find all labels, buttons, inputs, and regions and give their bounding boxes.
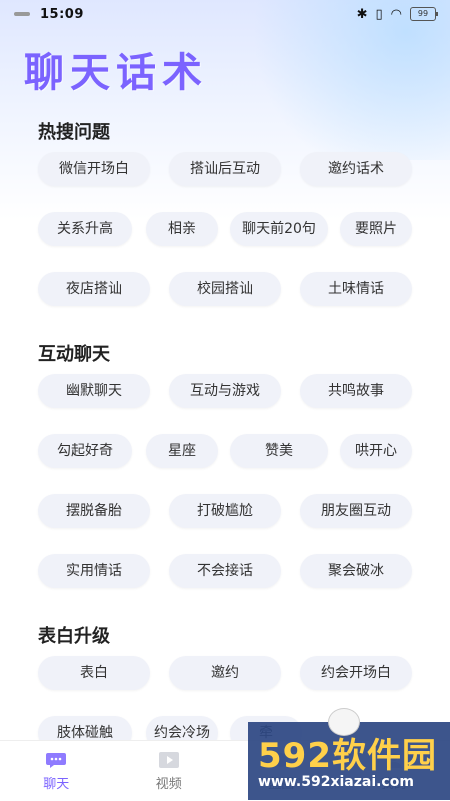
tag[interactable]: 表白 [38, 656, 150, 690]
tag[interactable]: 朋友圈互动 [300, 494, 412, 528]
chat-bubble-icon [45, 751, 67, 769]
status-bar: 15:09 ✱ ▯ ◠ 99 [0, 0, 450, 28]
tag[interactable]: 搭讪后互动 [169, 152, 281, 186]
tag[interactable]: 聚会破冰 [300, 554, 412, 588]
bluetooth-icon: ✱ [357, 7, 368, 22]
nav-item-video[interactable]: 视频 [113, 741, 226, 801]
nav-item-chat[interactable]: 聊天 [0, 741, 113, 801]
section-title-interaction: 互动聊天 [38, 340, 110, 366]
page-title: 聊天话术 [24, 40, 208, 98]
battery-level: 99 [418, 9, 428, 18]
tag[interactable]: 要照片 [340, 212, 412, 246]
tag[interactable]: 幽默聊天 [38, 374, 150, 408]
watermark-url: www.592xiazai.com [258, 774, 414, 790]
tag[interactable]: 摆脱备胎 [38, 494, 150, 528]
status-indicator [14, 12, 30, 16]
tag[interactable]: 邀约 [169, 656, 281, 690]
tag[interactable]: 微信开场白 [38, 152, 150, 186]
tag[interactable]: 夜店搭讪 [38, 272, 150, 306]
watermark: 592软件园 www.592xiazai.com [248, 722, 450, 800]
tag[interactable]: 共鸣故事 [300, 374, 412, 408]
tag[interactable]: 打破尴尬 [169, 494, 281, 528]
battery-icon: 99 [410, 7, 436, 21]
tag[interactable]: 邀约话术 [300, 152, 412, 186]
tag[interactable]: 关系升高 [38, 212, 132, 246]
tag[interactable]: 相亲 [146, 212, 218, 246]
tag[interactable]: 土味情话 [300, 272, 412, 306]
wifi-icon: ◠ [391, 7, 402, 22]
section-title-confession: 表白升级 [38, 622, 110, 648]
tag[interactable]: 哄开心 [340, 434, 412, 468]
watermark-logo: 592软件园 [258, 728, 437, 777]
tag[interactable]: 校园搭讪 [169, 272, 281, 306]
status-time: 15:09 [40, 7, 84, 22]
tag[interactable]: 不会接话 [169, 554, 281, 588]
vibrate-icon: ▯ [376, 7, 383, 22]
header-background [0, 0, 450, 220]
tag[interactable]: 约会开场白 [300, 656, 412, 690]
nav-label: 聊天 [43, 773, 69, 792]
tag[interactable]: 星座 [146, 434, 218, 468]
tag[interactable]: 赞美 [230, 434, 328, 468]
section-title-hot: 热搜问题 [38, 118, 110, 144]
tag[interactable]: 互动与游戏 [169, 374, 281, 408]
nav-label: 视频 [156, 773, 182, 792]
video-icon [158, 751, 180, 769]
tag[interactable]: 聊天前20句 [230, 212, 328, 246]
tag[interactable]: 勾起好奇 [38, 434, 132, 468]
tag[interactable]: 实用情话 [38, 554, 150, 588]
